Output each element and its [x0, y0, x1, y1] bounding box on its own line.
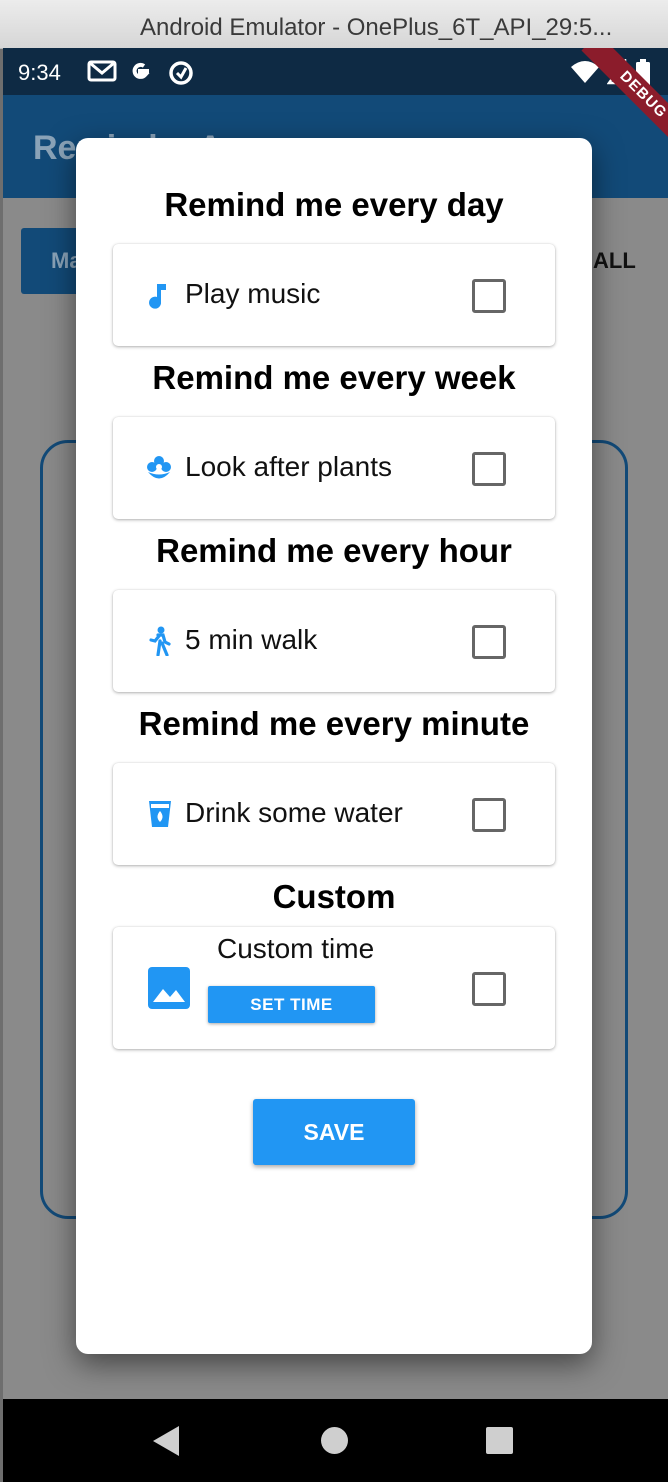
section-title-custom: Custom: [272, 878, 396, 915]
reminder-label: 5 min walk: [185, 624, 318, 655]
data-saver-icon: [169, 61, 193, 85]
checkbox-custom[interactable]: [472, 972, 506, 1006]
android-nav-bar: [3, 1399, 668, 1482]
reminder-label: Look after plants: [185, 451, 393, 482]
section-title-daily: Remind me every day: [164, 186, 504, 223]
google-icon: [132, 62, 150, 79]
checkbox-walk[interactable]: [472, 625, 506, 659]
water-cup-icon: [149, 801, 171, 827]
reminder-dialog: Remind me every day Play music Remind me…: [76, 138, 592, 1354]
save-button[interactable]: SAVE: [253, 1099, 415, 1165]
checkbox-water[interactable]: [472, 798, 506, 832]
window-title: Android Emulator - OnePlus_6T_API_29:5..…: [140, 14, 613, 41]
gmail-icon: [87, 60, 117, 82]
set-time-button[interactable]: SET TIME: [208, 986, 375, 1023]
checkbox-plants[interactable]: [472, 452, 506, 486]
music-note-icon: [149, 284, 166, 309]
reminder-card-plants[interactable]: Look after plants: [113, 417, 555, 519]
reminder-card-play-music[interactable]: Play music: [113, 244, 555, 346]
window-titlebar: Android Emulator - OnePlus_6T_API_29:5..…: [0, 0, 668, 49]
back-icon[interactable]: [153, 1426, 179, 1456]
section-title-minute: Remind me every minute: [138, 705, 530, 742]
flower-icon: [147, 456, 171, 479]
recents-icon[interactable]: [486, 1427, 513, 1454]
status-time: 9:34: [18, 60, 61, 85]
custom-time-label: Custom time: [217, 933, 375, 964]
background-select-all: ALL: [593, 248, 636, 273]
image-icon: [148, 967, 190, 1009]
home-icon[interactable]: [321, 1427, 348, 1454]
status-bar: 9:34: [3, 48, 668, 95]
section-title-hourly: Remind me every hour: [156, 532, 512, 569]
reminder-label: Play music: [185, 278, 321, 309]
reminder-card-water[interactable]: Drink some water: [113, 763, 555, 865]
reminder-label: Drink some water: [185, 797, 403, 828]
reminder-card-custom[interactable]: Custom time SET TIME: [113, 927, 555, 1049]
section-title-weekly: Remind me every week: [152, 359, 516, 396]
walk-icon: [149, 626, 171, 656]
reminder-card-walk[interactable]: 5 min walk: [113, 590, 555, 692]
checkbox-play-music[interactable]: [472, 279, 506, 313]
